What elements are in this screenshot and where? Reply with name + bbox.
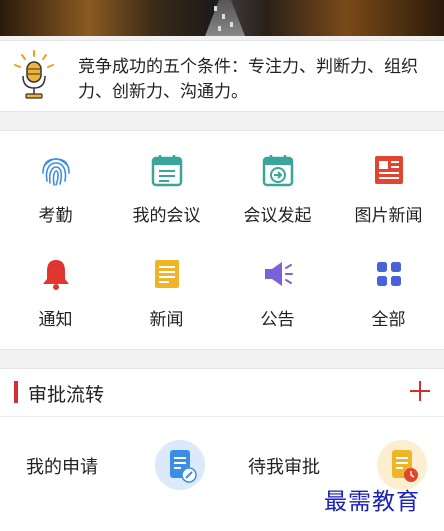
grid-item-label: 通知	[38, 310, 73, 330]
apps-grid-icon	[377, 262, 401, 286]
banner-road	[205, 0, 245, 36]
approval-item-my-application[interactable]: 我的申请	[0, 417, 222, 517]
grid-item-news[interactable]: 新闻	[111, 235, 222, 335]
grid-item-my-meetings[interactable]: 我的会议	[111, 131, 222, 231]
banner-car	[230, 22, 233, 27]
grid-item-label: 会议发起	[243, 206, 312, 226]
fingerprint-icon	[42, 158, 70, 186]
notice-bar[interactable]: 竞争成功的五个条件：专注力、判断力、组织力、创新力、沟通力。	[0, 40, 444, 112]
calendar-icon	[151, 155, 183, 187]
section-accent-bar	[14, 381, 18, 403]
plus-icon[interactable]	[408, 379, 432, 403]
grid-item-label: 新闻	[149, 310, 184, 330]
megaphone-icon	[265, 262, 293, 286]
grid-item-label: 图片新闻	[354, 206, 423, 226]
banner-car	[222, 14, 225, 19]
calendar-arrow-icon	[262, 155, 294, 187]
grid-item-label: 全部	[371, 310, 406, 330]
grid-item-photo-news[interactable]: 图片新闻	[333, 131, 444, 231]
approval-item-label: 我的申请	[26, 457, 98, 478]
microphone-icon	[14, 50, 54, 99]
news-doc-icon	[155, 260, 179, 288]
top-banner-image	[0, 0, 444, 36]
grid-item-label: 公告	[260, 310, 295, 330]
watermark-logo: 最需教育	[324, 489, 420, 515]
bell-icon	[43, 260, 69, 290]
grid-item-all[interactable]: 全部	[333, 235, 444, 335]
grid-item-start-meeting[interactable]: 会议发起	[222, 131, 333, 231]
grid-item-attendance[interactable]: 考勤	[0, 131, 111, 231]
grid-item-announcement[interactable]: 公告	[222, 235, 333, 335]
notice-text: 竞争成功的五个条件：专注力、判断力、组织力、创新力、沟通力。	[78, 57, 418, 102]
function-grid: 考勤 我的会议 会议发起 图片新闻 通知 新闻 公告 全部	[0, 130, 444, 350]
grid-item-notice[interactable]: 通知	[0, 235, 111, 335]
grid-item-label: 我的会议	[132, 206, 201, 226]
application-doc-icon	[155, 440, 205, 490]
banner-car	[218, 26, 221, 31]
approval-item-label: 待我审批	[248, 457, 320, 478]
newspaper-icon	[375, 156, 403, 184]
approval-title: 审批流转	[28, 384, 105, 406]
grid-item-label: 考勤	[38, 206, 73, 226]
banner-car	[214, 6, 217, 11]
approval-header: 审批流转	[0, 369, 444, 417]
